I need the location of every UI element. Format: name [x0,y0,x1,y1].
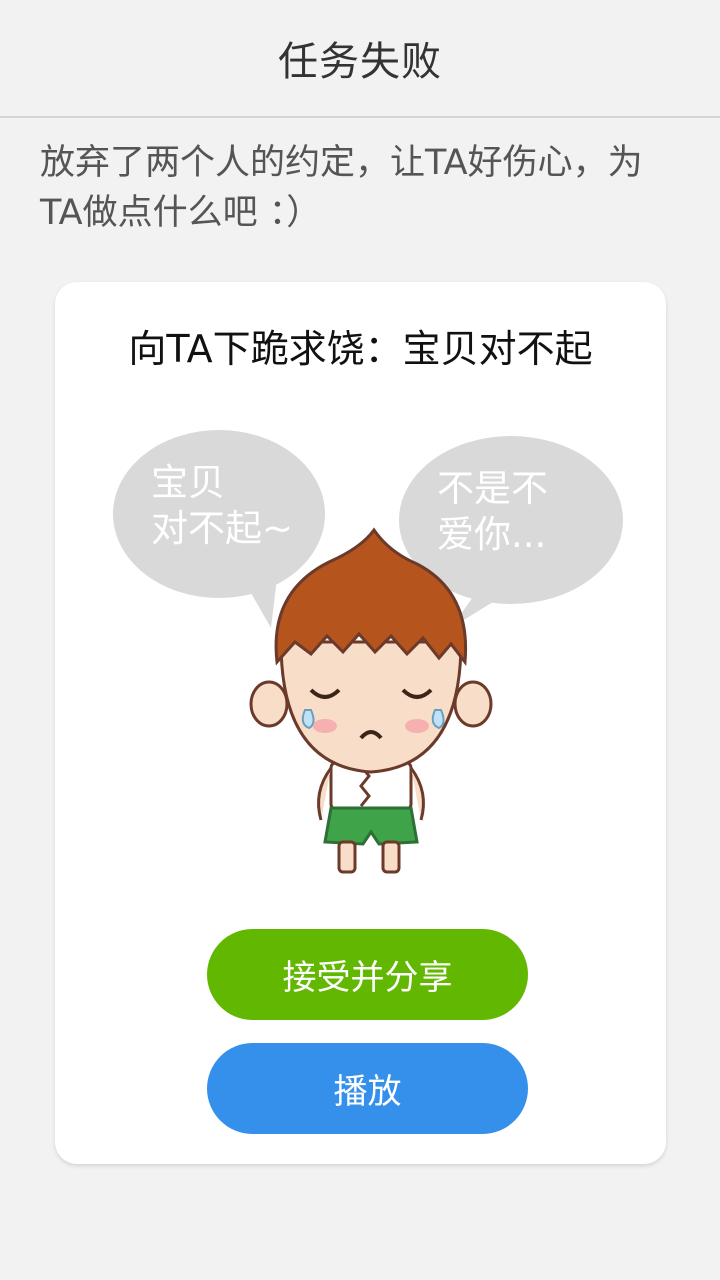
boy-body [317,760,425,874]
left-bubble-line-1: 宝贝 [151,461,225,504]
crying-boy-illustration: 宝贝 对不起~ 不是不 爱你... [99,422,639,882]
right-bubble-text: 不是不 爱你... [437,466,548,558]
accept-and-share-button[interactable]: 接受并分享 [207,929,528,1020]
left-bubble-text: 宝贝 对不起~ [151,460,293,552]
right-bubble-line-2: 爱你... [437,513,547,556]
play-button[interactable]: 播放 [207,1043,528,1134]
failure-message: 放弃了两个人的约定，让TA好伤心，为TA做点什么吧 ：） [40,143,643,233]
left-bubble-line-2: 对不起~ [151,507,294,550]
apology-card: 向TA下跪求饶：宝贝对不起 宝贝 对不起~ 不是不 爱你... 接受并分享 播放 [55,282,666,1164]
right-bubble-line-1: 不是不 [437,467,548,510]
page-title: 任务失败 [278,39,442,85]
card-title: 向TA下跪求饶：宝贝对不起 [128,327,593,371]
top-bar: 任务失败 [0,0,720,118]
